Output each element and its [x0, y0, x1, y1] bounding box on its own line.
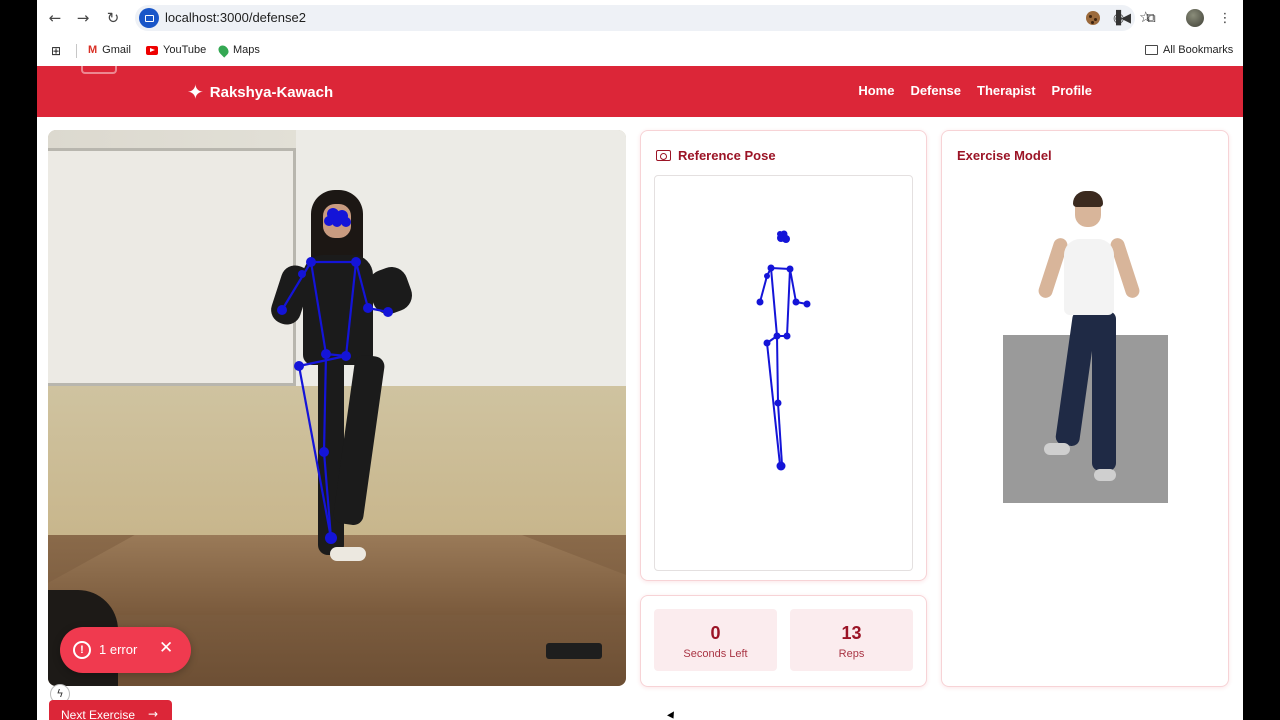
reference-pose-canvas — [654, 175, 913, 571]
exercise-model-title-text: Exercise Model — [957, 148, 1052, 163]
bookmarks-bar: ⊞ M Gmail YouTube Maps All Bookmarks — [37, 36, 1243, 66]
cookie-extension-icon[interactable] — [1083, 8, 1103, 28]
reps-label: Reps — [838, 648, 865, 660]
all-bookmarks-button[interactable]: All Bookmarks — [1145, 44, 1233, 56]
apps-grid-icon[interactable]: ⊞ — [51, 44, 61, 58]
extensions-puzzle-icon[interactable]: ⧉ — [1141, 8, 1161, 28]
reps-stat: 13 Reps — [790, 609, 913, 671]
profile-avatar[interactable] — [1185, 8, 1205, 28]
brand-name: Rakshya-Kawach — [209, 83, 334, 101]
address-bar[interactable]: localhost:3000/defense2 ◉ ☆ — [135, 5, 1152, 31]
mouse-cursor — [667, 711, 677, 720]
reference-title-text: Reference Pose — [678, 148, 776, 163]
app-header: ✦ Rakshya-Kawach Home Defense Therapist … — [37, 66, 1243, 117]
defense-page: ! 1 error ✕ ϟ Next Exercise → Reference … — [37, 117, 1243, 720]
browser-toolbar: ← → ↻ localhost:3000/defense2 ◉ ☆ ▐◀ ⧉ ⋮ — [37, 0, 1243, 36]
bookmarks-separator — [76, 44, 77, 58]
seconds-left-value: 0 — [710, 623, 721, 643]
menu-dots-icon[interactable]: ⋮ — [1215, 8, 1235, 28]
exercise-3d-model[interactable] — [1036, 191, 1142, 511]
arrow-right-icon: → — [147, 707, 158, 720]
maps-icon — [216, 42, 231, 58]
back-icon[interactable]: ← — [45, 8, 65, 28]
user-pose-skeleton — [277, 208, 393, 544]
close-icon[interactable]: ✕ — [159, 638, 173, 658]
nav-defense[interactable]: Defense — [910, 83, 961, 98]
alert-circle-icon: ! — [73, 641, 91, 659]
exercise-model-card: Exercise Model — [941, 130, 1229, 687]
nav-profile[interactable]: Profile — [1052, 83, 1092, 98]
gmail-icon: M — [88, 44, 98, 56]
exercise-model-title: Exercise Model — [957, 148, 1052, 163]
error-count-label: 1 error — [99, 642, 138, 657]
url-text[interactable]: localhost:3000/defense2 — [165, 10, 306, 25]
bookmark-gmail[interactable]: M Gmail — [88, 44, 131, 56]
bookmark-label: Maps — [233, 44, 260, 56]
folder-icon — [1145, 45, 1158, 55]
reference-pose-skeleton — [756, 230, 811, 471]
camera-icon — [656, 150, 671, 161]
forward-icon[interactable]: → — [73, 8, 93, 28]
next-exercise-button[interactable]: Next Exercise → — [49, 700, 172, 720]
bookmark-label: Gmail — [102, 44, 131, 56]
nav-home[interactable]: Home — [858, 83, 894, 98]
all-bookmarks-label: All Bookmarks — [1163, 44, 1234, 56]
bookmark-youtube[interactable]: YouTube — [146, 44, 206, 56]
nav-therapist[interactable]: Therapist — [977, 83, 1036, 98]
seconds-left-label-text: Seconds Left — [683, 648, 748, 660]
webcam-feed: ! 1 error ✕ — [48, 130, 626, 686]
media-extension-icon[interactable]: ▐◀ — [1111, 8, 1131, 28]
martial-arts-icon: ✦ — [187, 80, 204, 104]
reload-icon[interactable]: ↻ — [103, 8, 123, 28]
reps-value: 13 — [841, 623, 862, 643]
bookmark-label: YouTube — [163, 44, 207, 56]
bookmark-maps[interactable]: Maps — [216, 42, 260, 58]
browser-window: ← → ↻ localhost:3000/defense2 ◉ ☆ ▐◀ ⧉ ⋮… — [37, 0, 1243, 720]
stats-card: 0 Reps Seconds Left 13 Reps — [640, 595, 927, 687]
error-toast[interactable]: ! 1 error ✕ — [60, 627, 191, 673]
brand-logo[interactable]: ✦ Rakshya-Kawach — [187, 80, 333, 104]
youtube-icon — [146, 45, 158, 55]
main-nav: Home Defense Therapist Profile — [858, 83, 1092, 98]
faded-camera-icon — [81, 66, 117, 74]
reference-pose-card: Reference Pose — [640, 130, 927, 581]
seconds-left-stat: 0 Reps Seconds Left — [654, 609, 777, 671]
next-exercise-label: Next Exercise — [61, 708, 136, 720]
reference-pose-title: Reference Pose — [656, 148, 776, 163]
site-camera-icon[interactable] — [139, 8, 159, 28]
